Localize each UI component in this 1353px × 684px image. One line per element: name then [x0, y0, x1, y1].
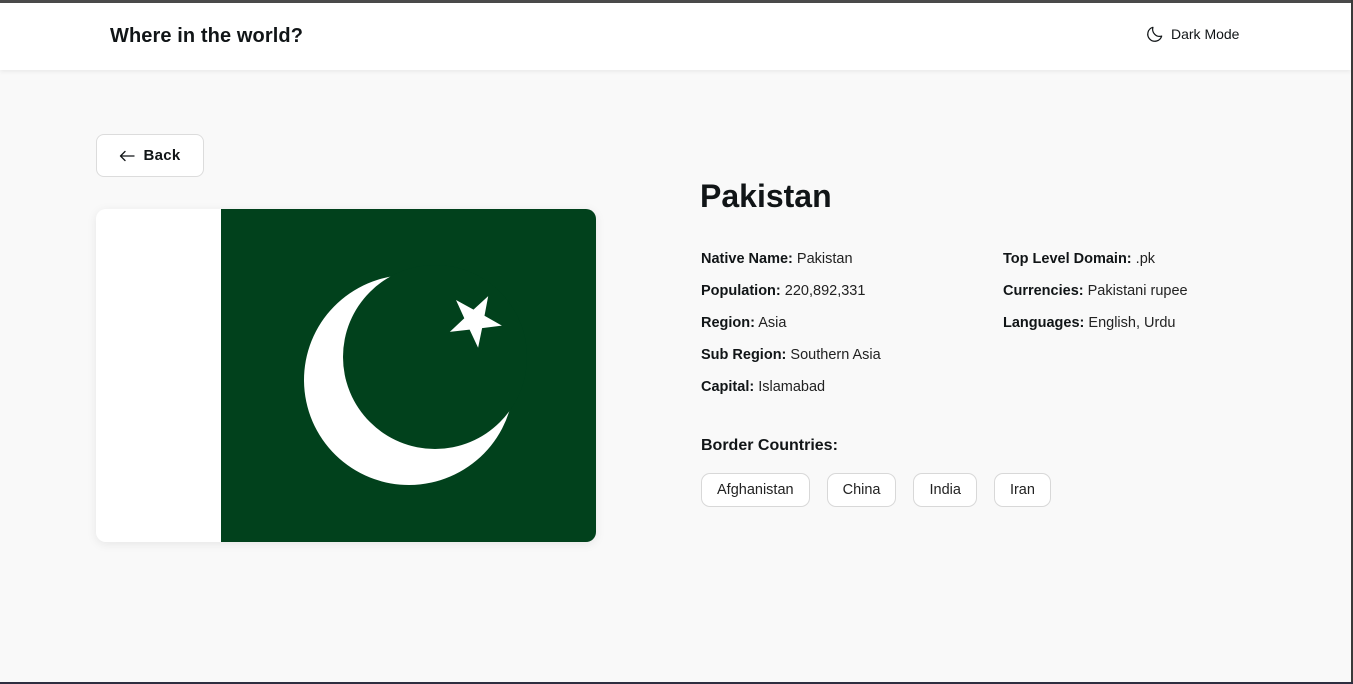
detail-value: Asia	[758, 315, 787, 331]
detail-top-level-domain: Top Level Domain: .pk	[1003, 251, 1188, 283]
detail-value: .pk	[1135, 251, 1156, 267]
detail-label: Sub Region:	[701, 347, 787, 363]
detail-value: English, Urdu	[1088, 315, 1176, 331]
dark-mode-toggle[interactable]: Dark Mode	[1145, 24, 1239, 44]
app-header: Where in the world? Dark Mode	[0, 3, 1351, 70]
detail-native-name: Native Name: Pakistan	[701, 251, 881, 283]
detail-capital: Capital: Islamabad	[701, 379, 881, 411]
country-flag	[96, 209, 596, 542]
detail-value: Pakistani rupee	[1087, 283, 1188, 299]
detail-label: Top Level Domain:	[1003, 251, 1132, 267]
country-name: Pakistan	[700, 178, 832, 214]
detail-value: Islamabad	[758, 379, 826, 395]
back-button[interactable]: Back	[96, 134, 204, 177]
detail-label: Native Name:	[701, 251, 793, 267]
detail-label: Population:	[701, 283, 781, 299]
detail-value: Southern Asia	[790, 347, 881, 363]
moon-icon	[1147, 26, 1163, 42]
dark-mode-label: Dark Mode	[1171, 26, 1240, 42]
detail-label: Capital:	[701, 379, 755, 395]
border-country-chip[interactable]: China	[826, 473, 897, 507]
border-country-chip[interactable]: Iran	[993, 473, 1051, 507]
pakistan-flag-image	[96, 209, 596, 542]
arrow-left-icon	[120, 150, 136, 161]
detail-label: Languages:	[1003, 315, 1085, 331]
app-title: Where in the world?	[110, 25, 304, 47]
detail-region: Region: Asia	[701, 315, 881, 347]
country-details-left: Native Name: Pakistan Population: 220,89…	[701, 251, 881, 411]
detail-value: 220,892,331	[784, 283, 866, 299]
detail-languages: Languages: English, Urdu	[1003, 315, 1188, 347]
border-countries-title: Border Countries:	[701, 437, 838, 454]
detail-label: Region:	[701, 315, 755, 331]
border-country-chip[interactable]: Afghanistan	[701, 473, 810, 507]
country-details-right: Top Level Domain: .pk Currencies: Pakist…	[1003, 251, 1188, 347]
detail-currencies: Currencies: Pakistani rupee	[1003, 283, 1188, 315]
back-button-label: Back	[143, 147, 181, 164]
detail-value: Pakistan	[796, 251, 853, 267]
detail-population: Population: 220,892,331	[701, 283, 881, 315]
border-countries-list: Afghanistan China India Iran	[701, 473, 1068, 507]
detail-sub-region: Sub Region: Southern Asia	[701, 347, 881, 379]
border-country-chip[interactable]: India	[913, 473, 977, 507]
detail-label: Currencies:	[1003, 283, 1084, 299]
